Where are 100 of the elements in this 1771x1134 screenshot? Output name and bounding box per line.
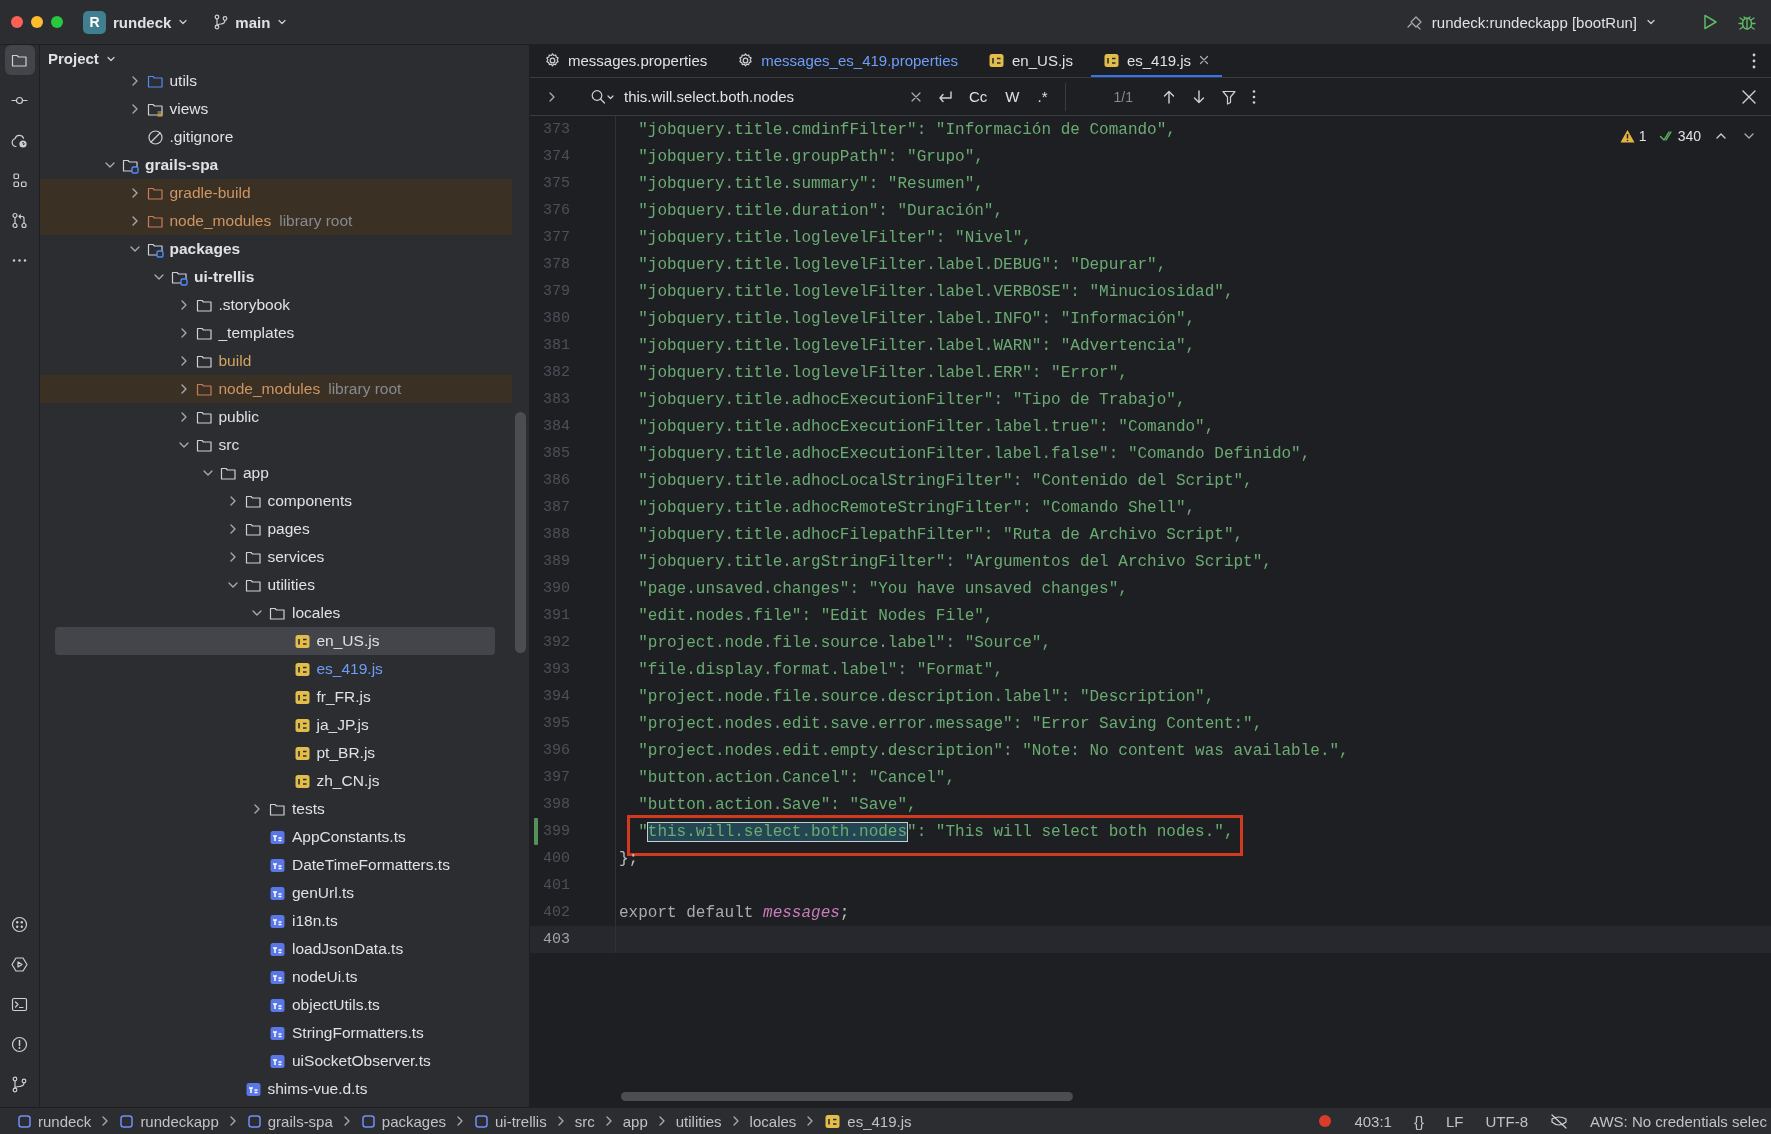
ts-file-icon (269, 940, 286, 958)
tree-item[interactable]: locales (55, 599, 495, 627)
code-line: "jobquery.title.adhocExecutionFilter.label.false": "Comando Definido", (637, 444, 1311, 463)
minimize-button[interactable] (31, 16, 43, 28)
more-icon[interactable] (1251, 88, 1257, 105)
tree-item[interactable]: fr_FR.js (55, 683, 495, 711)
secondary-label: library root (328, 380, 402, 398)
breadcrumb[interactable]: rundeckapp (119, 1112, 219, 1130)
breadcrumb[interactable]: es_419.js (824, 1112, 912, 1130)
tree-item[interactable]: en_US.js (55, 627, 495, 655)
project-selector[interactable]: rundeck (113, 13, 190, 31)
folder-icon[interactable] (4, 45, 35, 75)
code-line: "this.will.select.both.nodes": "This will select both nodes.", (637, 822, 1234, 841)
tree-item[interactable]: gradle-build (40, 179, 512, 207)
tree-item[interactable]: _templates (55, 319, 495, 347)
tree-item[interactable]: StringFormatters.ts (55, 1019, 495, 1047)
gear-icon (737, 51, 755, 69)
tree-item[interactable]: i18n.ts (55, 907, 495, 935)
breadcrumb[interactable]: grails-spa (246, 1112, 333, 1130)
close-button[interactable] (11, 16, 23, 28)
close-icon[interactable] (1741, 88, 1757, 105)
tree-item[interactable]: node_modules library root (40, 207, 512, 235)
module-icon (474, 1113, 490, 1129)
tree-item[interactable]: app (55, 459, 495, 487)
code-line: "jobquery.title.summary": "Resumen", (637, 174, 984, 193)
new-line-icon[interactable] (936, 88, 954, 105)
caret-position[interactable]: 403:1 (1354, 1112, 1392, 1130)
tree-item[interactable]: src (55, 431, 495, 459)
run-configuration-selector[interactable]: rundeck:rundeckapp [bootRun] (1405, 13, 1657, 31)
tree-item[interactable]: .storybook (55, 291, 495, 319)
breadcrumb[interactable]: utilities (675, 1112, 722, 1130)
tree-item[interactable]: genUrl.ts (55, 879, 495, 907)
tree-item[interactable]: pages (55, 515, 495, 543)
search-option-toggle[interactable]: W (1002, 87, 1023, 106)
close-icon[interactable] (1198, 54, 1211, 66)
tree-item[interactable]: shims-vue.d.ts (55, 1075, 495, 1103)
scrollbar-thumb[interactable] (515, 412, 526, 653)
tree-item[interactable]: zh_CN.js (55, 767, 495, 795)
filter-icon[interactable] (1221, 88, 1237, 105)
line-separator[interactable]: LF (1445, 1112, 1464, 1130)
code-line: "project.node.file.source.label": "Source", (637, 633, 1052, 652)
editor-tab[interactable]: es_419.js (1090, 45, 1223, 77)
tree-item[interactable]: .gitignore (55, 123, 495, 151)
search-field[interactable]: this.will.select.both.nodes (624, 88, 896, 105)
more-icon[interactable] (1751, 52, 1757, 70)
tree-item[interactable]: objectUtils.ts (55, 991, 495, 1019)
editor-tab[interactable]: messages_es_419.properties (725, 45, 971, 77)
tree-item[interactable]: views (55, 95, 495, 123)
error-dot-icon[interactable] (1318, 1114, 1333, 1128)
tree-item[interactable]: ja_JP.js (55, 711, 495, 739)
breadcrumb[interactable]: src (574, 1112, 595, 1130)
code-line: "jobquery.title.groupPath": "Grupo", (637, 147, 984, 166)
tree-item[interactable]: tests (55, 795, 495, 823)
tree-item[interactable]: DateTimeFormatters.ts (55, 851, 495, 879)
tree-item[interactable]: loadJsonData.ts (55, 935, 495, 963)
breadcrumb[interactable]: locales (749, 1112, 797, 1130)
module-icon (360, 1113, 376, 1129)
scrollbar-thumb[interactable] (621, 1092, 1073, 1101)
search-icon[interactable] (590, 87, 614, 106)
tree-item[interactable]: es_419.js (55, 655, 495, 683)
breadcrumb[interactable]: packages (360, 1112, 447, 1130)
aws-status[interactable]: AWS: No credentials selec (1590, 1112, 1767, 1130)
breadcrumb[interactable]: ui-trellis (474, 1112, 547, 1130)
panel-title[interactable]: Project (48, 50, 117, 67)
arrow-down-icon[interactable] (1191, 88, 1207, 105)
tree-item[interactable]: components (55, 487, 495, 515)
js-file-icon (293, 716, 311, 734)
branch-icon (213, 14, 230, 30)
tree-item[interactable]: utils (55, 67, 495, 95)
file-encoding[interactable]: UTF-8 (1485, 1112, 1528, 1130)
tree-item[interactable]: grails-spa (55, 151, 495, 179)
clear-icon[interactable] (910, 90, 922, 103)
tree-item[interactable]: uiSocketObserver.ts (55, 1047, 495, 1075)
ts-file-icon (269, 856, 286, 874)
tree-item[interactable]: build (55, 347, 495, 375)
zoom-button[interactable] (51, 16, 63, 28)
editor-tab[interactable]: messages.properties (532, 45, 720, 77)
tree-item[interactable]: ui-trellis (55, 263, 495, 291)
arrow-up-icon[interactable] (1161, 88, 1177, 105)
js-file-icon (293, 772, 311, 790)
breadcrumb[interactable]: app (622, 1112, 648, 1130)
tree-item[interactable]: nodeUi.ts (55, 963, 495, 991)
tree-item[interactable]: pt_BR.js (55, 739, 495, 767)
tree-item[interactable]: utilities (55, 571, 495, 599)
breadcrumb[interactable]: rundeck (17, 1112, 92, 1130)
format-icon[interactable]: {} (1413, 1112, 1424, 1130)
tree-item[interactable]: node_modules library root (40, 375, 512, 403)
tree-item[interactable]: public (55, 403, 495, 431)
tree-item[interactable]: AppConstants.ts (55, 823, 495, 851)
code-line: "jobquery.title.loglevelFilter.label.ERR": "Error", (637, 363, 1128, 382)
code-line: "project.node.file.source.description.label": "Description", (637, 687, 1215, 706)
editor-tab[interactable]: en_US.js (976, 45, 1085, 77)
code-line: "jobquery.title.duration": "Duración", (637, 201, 1004, 220)
branch-selector[interactable]: main (213, 13, 289, 31)
tree-item[interactable]: services (55, 543, 495, 571)
search-option-toggle[interactable]: .* (1034, 87, 1051, 106)
tree-item[interactable]: packages (55, 235, 495, 263)
run-icon[interactable] (1701, 13, 1719, 31)
search-option-toggle[interactable]: Cc (966, 87, 991, 106)
code-line: "jobquery.title.loglevelFilter.label.WARN": "Advertencia", (637, 336, 1196, 355)
